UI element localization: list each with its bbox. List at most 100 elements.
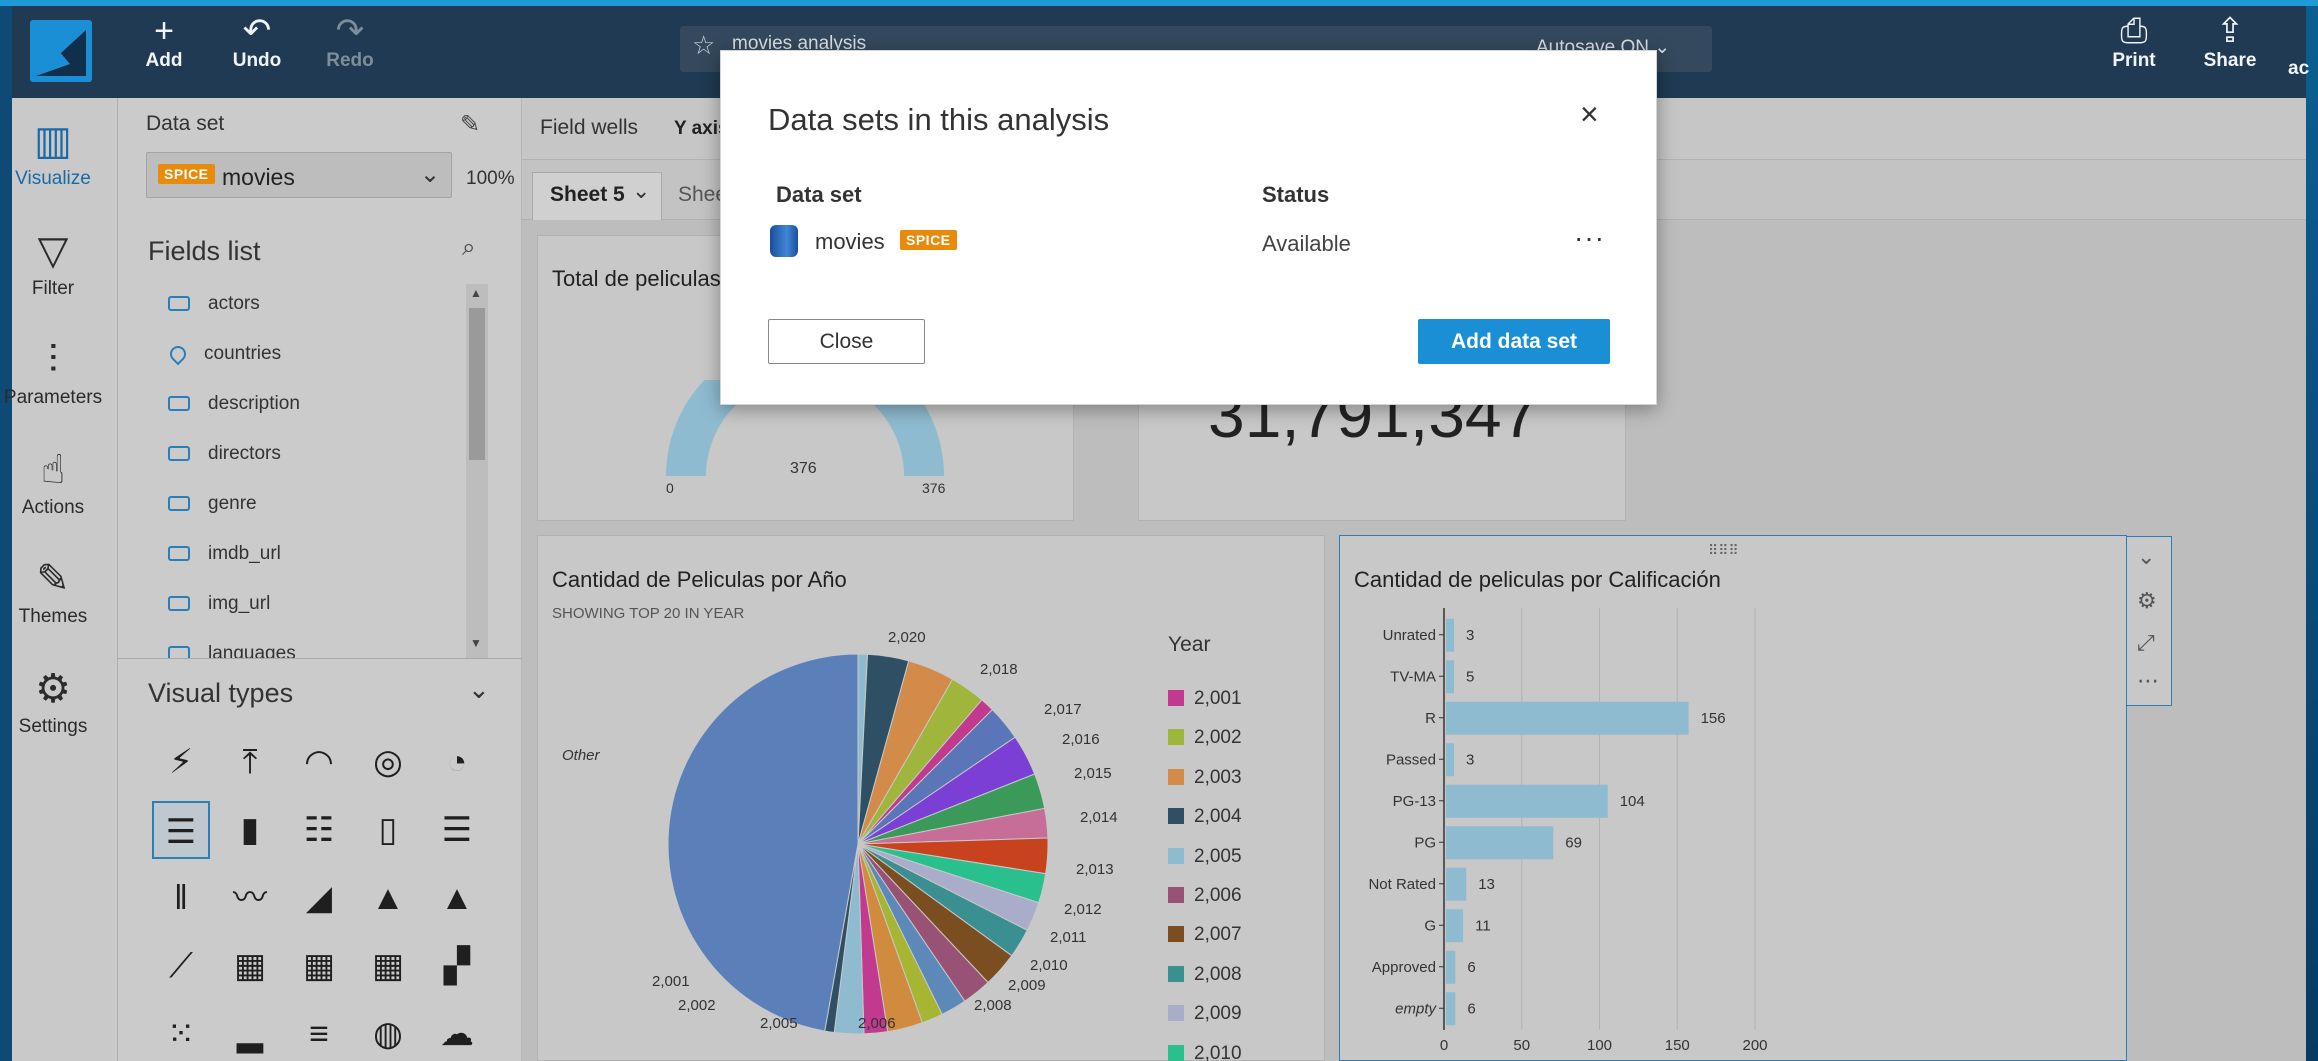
more-options-icon[interactable]: ··· <box>1574 222 1605 254</box>
legend-swatch <box>1168 768 1184 785</box>
collapse-visual-icon[interactable]: ⌄ <box>2137 544 2155 570</box>
parameters-icon: ⫶ <box>48 338 58 382</box>
collapse-icon[interactable]: ⌄ <box>468 674 490 705</box>
field-item[interactable]: languages <box>168 643 296 658</box>
add-dataset-button[interactable]: Add data set <box>1418 319 1610 364</box>
visual-type-12[interactable]: 〰 <box>221 869 279 927</box>
pencil-icon[interactable]: ✎ <box>460 110 480 139</box>
data-label: 11 <box>1475 917 1491 934</box>
visual-type-13[interactable]: ◢ <box>290 869 348 927</box>
search-icon[interactable]: ⌕ <box>462 234 475 262</box>
fields-scroll-thumb[interactable] <box>469 308 485 460</box>
visual-type-7[interactable]: ▮ <box>221 801 279 859</box>
data-label: 69 <box>1565 834 1582 851</box>
bar[interactable] <box>1446 660 1454 694</box>
visual-type-9[interactable]: ▯ <box>359 801 417 859</box>
account-button[interactable]: ac <box>2288 58 2309 80</box>
visual-type-2[interactable]: ⤒ <box>221 733 279 791</box>
data-label: 156 <box>1701 710 1726 727</box>
nav-themes[interactable]: ✎ Themes <box>0 552 106 652</box>
bar[interactable] <box>1446 618 1454 652</box>
legend-item[interactable]: 2,007 <box>1168 924 1242 950</box>
visual-type-25[interactable]: ☁ <box>428 1005 486 1061</box>
bar[interactable] <box>1446 701 1689 735</box>
undo-button[interactable]: ↶ Undo <box>217 12 297 82</box>
visual-type-6[interactable]: ☰ <box>152 801 210 859</box>
add-button[interactable]: + Add <box>124 12 204 82</box>
scroll-down-icon[interactable]: ▼ <box>470 636 482 650</box>
field-item[interactable]: genre <box>168 493 257 523</box>
redo-button[interactable]: ↷ Redo <box>310 12 390 82</box>
bar[interactable] <box>1446 992 1456 1026</box>
chevron-down-icon[interactable]: ⌄ <box>420 160 440 189</box>
visual-type-20[interactable]: ▞ <box>428 937 486 995</box>
visual-type-3[interactable]: ◠ <box>290 733 348 791</box>
legend-item[interactable]: 2,005 <box>1168 846 1242 872</box>
dataset-label: Data set <box>146 112 225 135</box>
legend-item[interactable]: 2,004 <box>1168 806 1242 832</box>
bar[interactable] <box>1446 743 1454 777</box>
bar-title: Cantidad de peliculas por Calificación <box>1354 567 1721 592</box>
bar[interactable] <box>1446 909 1464 943</box>
legend-item[interactable]: 2,009 <box>1168 1003 1242 1029</box>
bar[interactable] <box>1446 867 1467 901</box>
legend-item[interactable]: 2,008 <box>1168 964 1242 990</box>
drag-handle-icon[interactable]: ⠿⠿⠿ <box>1708 542 1739 559</box>
visual-type-24[interactable]: ◍ <box>359 1005 417 1061</box>
legend-swatch <box>1168 1005 1184 1022</box>
visual-type-16[interactable]: ⟋ <box>152 937 210 995</box>
visual-type-14[interactable]: ▲ <box>359 869 417 927</box>
expand-icon[interactable]: ⤢ <box>2137 630 2155 656</box>
bar[interactable] <box>1446 784 1608 818</box>
category-label: TV-MA <box>1390 668 1436 685</box>
field-item[interactable]: directors <box>168 443 281 473</box>
visual-type-22[interactable]: ▂ <box>221 1005 279 1061</box>
field-item[interactable]: actors <box>168 293 260 323</box>
legend-item[interactable]: 2,001 <box>1168 688 1242 714</box>
field-wells-label[interactable]: Field wells <box>540 116 638 140</box>
visual-type-19[interactable]: ▦ <box>359 937 417 995</box>
visual-type-5[interactable]: ◔ <box>428 733 486 791</box>
visual-type-18[interactable]: ▦ <box>290 937 348 995</box>
field-item[interactable]: description <box>168 393 300 423</box>
visual-type-23[interactable]: ≡ <box>290 1005 348 1061</box>
share-button[interactable]: ⇪ Share <box>2190 12 2270 82</box>
more-options-icon[interactable]: ⋯ <box>2137 668 2159 694</box>
visual-type-10[interactable]: ☰ <box>428 801 486 859</box>
field-item[interactable]: img_url <box>168 593 270 623</box>
database-icon <box>770 225 798 257</box>
visual-types-title: Visual types <box>148 678 294 708</box>
legend-item[interactable]: 2,003 <box>1168 767 1242 793</box>
field-item[interactable]: countries <box>166 342 281 373</box>
field-item[interactable]: imdb_url <box>168 543 281 573</box>
visual-type-21[interactable]: ⁙ <box>152 1005 210 1061</box>
legend-label: 2,009 <box>1194 1003 1242 1025</box>
visual-type-11[interactable]: ‖ <box>152 869 210 927</box>
legend-item[interactable]: 2,010 <box>1168 1043 1242 1061</box>
nav-visualize[interactable]: ▥ Visualize <box>0 114 106 214</box>
close-button[interactable]: Close <box>768 319 925 364</box>
visual-type-1[interactable]: ⚡ <box>152 733 210 791</box>
nav-filter[interactable]: ▽ Filter <box>0 224 106 324</box>
nav-parameters[interactable]: ⫶ Parameters <box>0 333 106 433</box>
pie-slice-other[interactable] <box>667 653 859 1032</box>
chevron-down-icon[interactable]: ⌄ <box>632 178 650 204</box>
nav-settings[interactable]: ⚙ Settings <box>0 662 106 762</box>
quicksight-logo[interactable] <box>30 20 92 82</box>
bar[interactable] <box>1446 950 1456 984</box>
legend-item[interactable]: 2,006 <box>1168 885 1242 911</box>
print-button[interactable]: ⎙ Print <box>2094 12 2174 82</box>
visual-type-17[interactable]: ▦ <box>221 937 279 995</box>
visual-type-8[interactable]: ☷ <box>290 801 348 859</box>
nav-actions[interactable]: ☝ Actions <box>0 443 106 543</box>
visual-type-15[interactable]: ▲ <box>428 869 486 927</box>
gear-icon[interactable]: ⚙ <box>2137 588 2157 614</box>
star-icon[interactable]: ☆ <box>692 30 715 61</box>
scroll-up-icon[interactable]: ▲ <box>470 286 482 300</box>
category-label: empty <box>1395 1000 1437 1017</box>
close-icon[interactable]: × <box>1580 96 1599 133</box>
bar[interactable] <box>1446 826 1554 860</box>
panel-divider <box>118 658 522 659</box>
legend-item[interactable]: 2,002 <box>1168 727 1242 753</box>
visual-type-4[interactable]: ◎ <box>359 733 417 791</box>
